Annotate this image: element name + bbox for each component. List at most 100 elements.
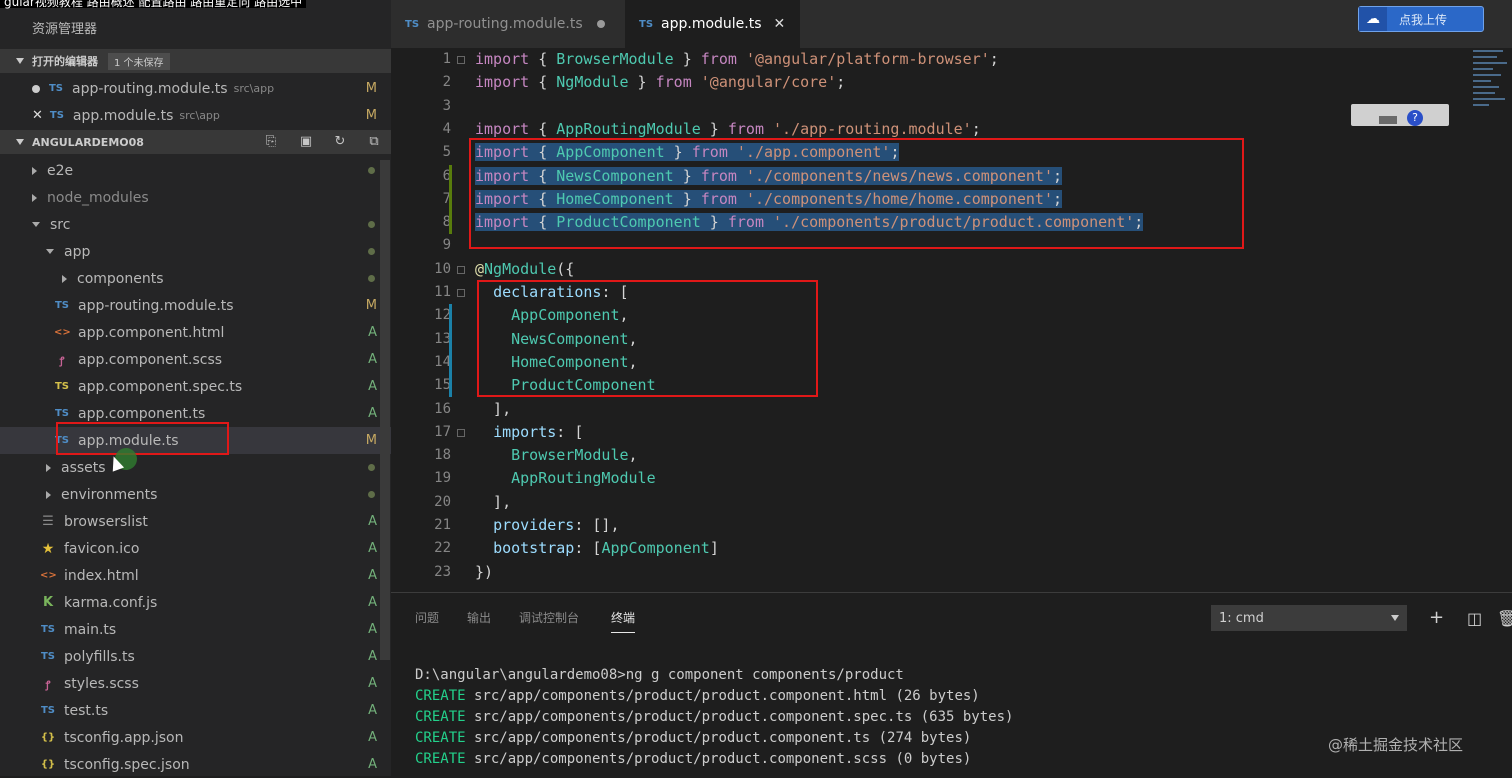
new-file-icon[interactable]: ⎘ — [262, 134, 280, 150]
tree-item-file[interactable]: ꝭ app.component.scss A — [0, 346, 391, 373]
unsaved-dot-icon[interactable] — [596, 20, 605, 28]
open-editors-header[interactable]: 打开的编辑器 1 个未保存 — [0, 49, 391, 73]
tree-label: app.component.spec.ts — [78, 378, 243, 395]
status-dot — [368, 491, 375, 498]
tree-item-node-modules[interactable]: node_modules — [0, 184, 391, 211]
git-status: A — [368, 541, 377, 556]
tree-item-file[interactable]: ☰ browserslist A — [0, 508, 391, 535]
terminal-create-label: CREATE — [415, 688, 466, 704]
line-number: 13 — [434, 330, 451, 347]
help-icon[interactable]: ? — [1407, 110, 1423, 126]
terminal-text: D:\angular\angulardemo08>ng g component … — [415, 667, 904, 683]
status-dot — [368, 167, 375, 174]
upload-label: 点我上传 — [1399, 12, 1448, 27]
terminal-select-value: 1: cmd — [1219, 610, 1264, 626]
tab-app-routing-module[interactable]: TS app-routing.module.ts — [391, 0, 625, 48]
code-line[interactable]: BrowserModule, — [475, 446, 637, 464]
trash-icon[interactable]: 🗑 — [1497, 609, 1512, 628]
typescript-icon: TS — [40, 624, 56, 635]
close-icon[interactable]: ✕ — [774, 16, 786, 32]
sidebar-scrollbar[interactable] — [380, 160, 390, 660]
tab-problems[interactable]: 问题 — [415, 609, 439, 626]
open-editor-item[interactable]: ✕ TS app.module.ts src\app M — [0, 102, 391, 129]
code-line[interactable]: import { BrowserModule } from '@angular/… — [475, 50, 999, 68]
scss-icon: ꝭ — [45, 679, 51, 691]
terminal-line: CREATE src/app/components/product/produc… — [415, 751, 971, 767]
tree-item-src[interactable]: src — [0, 211, 391, 238]
highlight-box — [56, 422, 229, 455]
git-status: A — [368, 703, 377, 718]
tree-item-file[interactable]: {} tsconfig.spec.json A — [0, 751, 391, 778]
typescript-icon: TS — [639, 18, 654, 30]
tree-item-app[interactable]: app — [0, 238, 391, 265]
refresh-icon[interactable]: ↻ — [331, 134, 349, 150]
tab-debug-console[interactable]: 调试控制台 — [519, 609, 579, 626]
code-line[interactable]: providers: [], — [475, 516, 619, 534]
unsaved-dot-icon[interactable] — [32, 84, 40, 93]
git-status: M — [365, 433, 377, 448]
fold-icon[interactable] — [457, 428, 465, 437]
tree-item-file[interactable]: TS app-routing.module.ts M — [0, 292, 391, 319]
explorer-sidebar: 资源管理器 打开的编辑器 1 个未保存 TS app-routing.modul… — [0, 0, 391, 776]
line-number: 7 — [442, 190, 451, 207]
git-change-marker — [449, 164, 452, 235]
fold-icon[interactable] — [457, 56, 465, 64]
minimap[interactable] — [1473, 50, 1511, 110]
open-editor-name: app.module.ts — [72, 107, 174, 124]
tree-item-file[interactable]: <> app.component.html A — [0, 319, 391, 346]
tree-item-e2e[interactable]: e2e — [0, 157, 391, 184]
tree-item-file[interactable]: TS main.ts A — [0, 616, 391, 643]
list-icon: ☰ — [42, 514, 54, 529]
fold-icon[interactable] — [457, 265, 465, 274]
tree-item-file[interactable]: TS app.component.spec.ts A — [0, 373, 391, 400]
tree-item-file[interactable]: ꝭ styles.scss A — [0, 670, 391, 697]
tree-label: src — [50, 216, 71, 233]
git-status: A — [368, 622, 377, 637]
code-line[interactable]: bootstrap: [AppComponent] — [475, 539, 719, 557]
code-line[interactable]: AppRoutingModule — [475, 469, 656, 487]
code-line[interactable]: import { AppRoutingModule } from './app-… — [475, 120, 981, 138]
code-line[interactable]: ], — [475, 400, 511, 418]
tree-item-environments[interactable]: environments — [0, 481, 391, 508]
tree-item-file[interactable]: {} tsconfig.app.json A — [0, 724, 391, 751]
upload-button[interactable]: ☁ 点我上传 — [1358, 6, 1484, 32]
tab-app-module[interactable]: TS app.module.ts ✕ — [625, 0, 800, 48]
new-folder-icon[interactable]: ▣ — [297, 134, 315, 150]
terminal-select[interactable]: 1: cmd — [1211, 605, 1407, 631]
code-line[interactable]: @NgModule({ — [475, 260, 574, 278]
code-editor[interactable]: 1 import { BrowserModule } from '@angular… — [391, 48, 1512, 592]
code-line[interactable]: ], — [475, 493, 511, 511]
tab-terminal[interactable]: 终端 — [611, 609, 636, 633]
tree-item-file[interactable]: TS polyfills.ts A — [0, 643, 391, 670]
tree-item-file[interactable]: K karma.conf.js A — [0, 589, 391, 616]
tree-item-file[interactable]: TS test.ts A — [0, 697, 391, 724]
collapse-all-icon[interactable]: ⧉ — [365, 134, 383, 150]
tree-item-file[interactable]: ★ favicon.ico A — [0, 535, 391, 562]
code-line[interactable]: }) — [475, 563, 493, 581]
status-dot — [368, 248, 375, 255]
close-icon[interactable]: ✕ — [32, 108, 43, 123]
add-terminal-icon[interactable]: + — [1429, 607, 1444, 628]
tree-item-assets[interactable]: assets — [0, 454, 391, 481]
code-line[interactable]: import { NgModule } from '@angular/core'… — [475, 73, 845, 91]
split-terminal-icon[interactable]: ◫ — [1467, 609, 1482, 628]
fold-icon[interactable] — [457, 289, 465, 297]
line-number: 14 — [434, 353, 451, 370]
tree-item-components[interactable]: components — [0, 265, 391, 292]
tree-label: app.component.scss — [78, 351, 223, 368]
open-editor-item[interactable]: TS app-routing.module.ts src\app M — [0, 75, 391, 102]
tab-output[interactable]: 输出 — [467, 609, 491, 626]
code-line[interactable]: imports: [ — [475, 423, 583, 441]
tree-item-file[interactable]: <> index.html A — [0, 562, 391, 589]
line-number: 20 — [434, 493, 451, 510]
chevron-right-icon — [32, 166, 37, 175]
tree-label: app.component.html — [78, 324, 225, 341]
line-number: 10 — [434, 260, 451, 277]
floating-widget[interactable]: ? — [1351, 104, 1449, 126]
star-icon: ★ — [41, 540, 55, 557]
tree-label: styles.scss — [64, 675, 139, 692]
collapse-icon — [16, 58, 24, 64]
terminal-create-label: CREATE — [415, 730, 466, 746]
tree-label: tsconfig.spec.json — [64, 756, 190, 773]
tree-label: browserslist — [64, 513, 148, 530]
